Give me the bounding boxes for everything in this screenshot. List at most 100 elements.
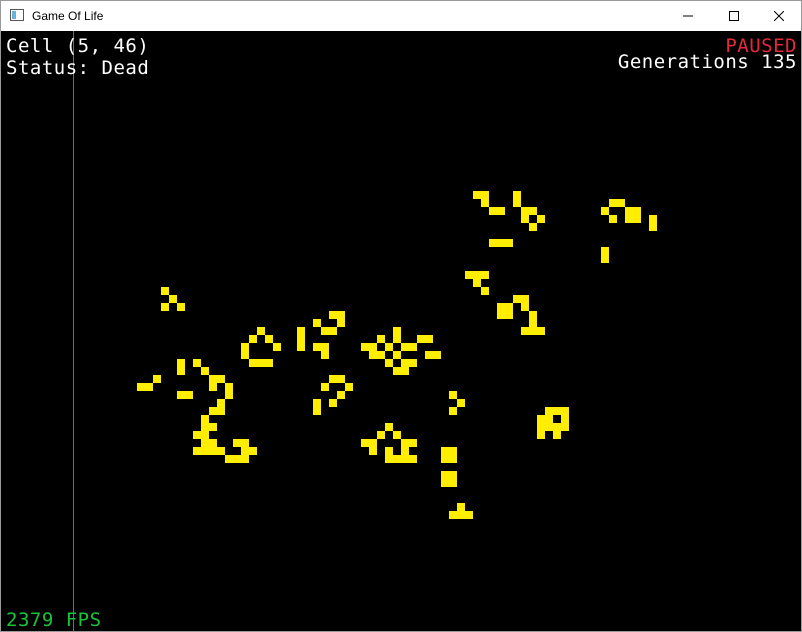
live-cell[interactable] (537, 431, 545, 439)
live-cell[interactable] (545, 415, 553, 423)
live-cell[interactable] (393, 335, 401, 343)
live-cell[interactable] (329, 399, 337, 407)
live-cell[interactable] (241, 455, 249, 463)
live-cell[interactable] (441, 471, 449, 479)
live-cell[interactable] (177, 367, 185, 375)
live-cell[interactable] (497, 311, 505, 319)
live-cell[interactable] (521, 303, 529, 311)
live-cell[interactable] (497, 303, 505, 311)
live-cell[interactable] (401, 367, 409, 375)
live-cell[interactable] (225, 455, 233, 463)
live-cell[interactable] (385, 359, 393, 367)
live-cell[interactable] (449, 391, 457, 399)
live-cell[interactable] (449, 471, 457, 479)
live-cell[interactable] (425, 351, 433, 359)
live-cell[interactable] (345, 383, 353, 391)
live-cell[interactable] (449, 511, 457, 519)
live-cell[interactable] (369, 439, 377, 447)
live-cell[interactable] (321, 383, 329, 391)
live-cell[interactable] (537, 415, 545, 423)
title-bar[interactable]: Game Of Life (1, 1, 801, 31)
live-cell[interactable] (217, 375, 225, 383)
live-cell[interactable] (537, 423, 545, 431)
live-cell[interactable] (161, 303, 169, 311)
live-cell[interactable] (497, 239, 505, 247)
live-cell[interactable] (481, 287, 489, 295)
live-cell[interactable] (249, 335, 257, 343)
live-cell[interactable] (545, 423, 553, 431)
live-cell[interactable] (425, 335, 433, 343)
live-cell[interactable] (409, 455, 417, 463)
live-cell[interactable] (233, 439, 241, 447)
live-cell[interactable] (505, 311, 513, 319)
live-cell[interactable] (265, 359, 273, 367)
live-cell[interactable] (561, 423, 569, 431)
live-cell[interactable] (193, 447, 201, 455)
live-cell[interactable] (401, 439, 409, 447)
live-cell[interactable] (465, 511, 473, 519)
live-cell[interactable] (489, 207, 497, 215)
live-cell[interactable] (481, 199, 489, 207)
live-cell[interactable] (633, 215, 641, 223)
live-cell[interactable] (209, 447, 217, 455)
live-cell[interactable] (505, 303, 513, 311)
live-cell[interactable] (297, 327, 305, 335)
live-cell[interactable] (441, 479, 449, 487)
live-cell[interactable] (209, 439, 217, 447)
live-cell[interactable] (473, 191, 481, 199)
live-cell[interactable] (529, 207, 537, 215)
live-cell[interactable] (329, 375, 337, 383)
live-cell[interactable] (401, 359, 409, 367)
live-cell[interactable] (417, 335, 425, 343)
live-cell[interactable] (385, 447, 393, 455)
live-cell[interactable] (545, 407, 553, 415)
live-cell[interactable] (209, 383, 217, 391)
live-cell[interactable] (209, 423, 217, 431)
live-cell[interactable] (441, 447, 449, 455)
live-cell[interactable] (233, 455, 241, 463)
live-cell[interactable] (241, 351, 249, 359)
live-cell[interactable] (457, 399, 465, 407)
live-cell[interactable] (177, 359, 185, 367)
live-cell[interactable] (561, 407, 569, 415)
live-cell[interactable] (409, 359, 417, 367)
live-cell[interactable] (441, 455, 449, 463)
live-cell[interactable] (209, 407, 217, 415)
live-cell[interactable] (489, 239, 497, 247)
live-cell[interactable] (201, 439, 209, 447)
live-cell[interactable] (449, 455, 457, 463)
live-cell[interactable] (161, 287, 169, 295)
live-cell[interactable] (625, 207, 633, 215)
live-cell[interactable] (321, 327, 329, 335)
live-cell[interactable] (649, 223, 657, 231)
live-cell[interactable] (297, 343, 305, 351)
close-button[interactable] (756, 1, 802, 31)
live-cell[interactable] (529, 311, 537, 319)
live-cell[interactable] (601, 255, 609, 263)
live-cell[interactable] (201, 367, 209, 375)
live-cell[interactable] (521, 207, 529, 215)
live-cell[interactable] (521, 215, 529, 223)
live-cell[interactable] (337, 391, 345, 399)
live-cell[interactable] (393, 367, 401, 375)
live-cell[interactable] (177, 391, 185, 399)
live-cell[interactable] (265, 335, 273, 343)
live-cell[interactable] (481, 271, 489, 279)
live-cell[interactable] (561, 415, 569, 423)
live-cell[interactable] (225, 383, 233, 391)
cell-grid[interactable] (1, 31, 801, 631)
live-cell[interactable] (297, 335, 305, 343)
live-cell[interactable] (609, 215, 617, 223)
live-cell[interactable] (465, 271, 473, 279)
live-cell[interactable] (449, 407, 457, 415)
live-cell[interactable] (457, 503, 465, 511)
live-cell[interactable] (409, 343, 417, 351)
live-cell[interactable] (553, 407, 561, 415)
live-cell[interactable] (377, 431, 385, 439)
live-cell[interactable] (225, 391, 233, 399)
live-cell[interactable] (609, 199, 617, 207)
live-cell[interactable] (401, 455, 409, 463)
live-cell[interactable] (385, 423, 393, 431)
live-cell[interactable] (369, 447, 377, 455)
live-cell[interactable] (401, 343, 409, 351)
